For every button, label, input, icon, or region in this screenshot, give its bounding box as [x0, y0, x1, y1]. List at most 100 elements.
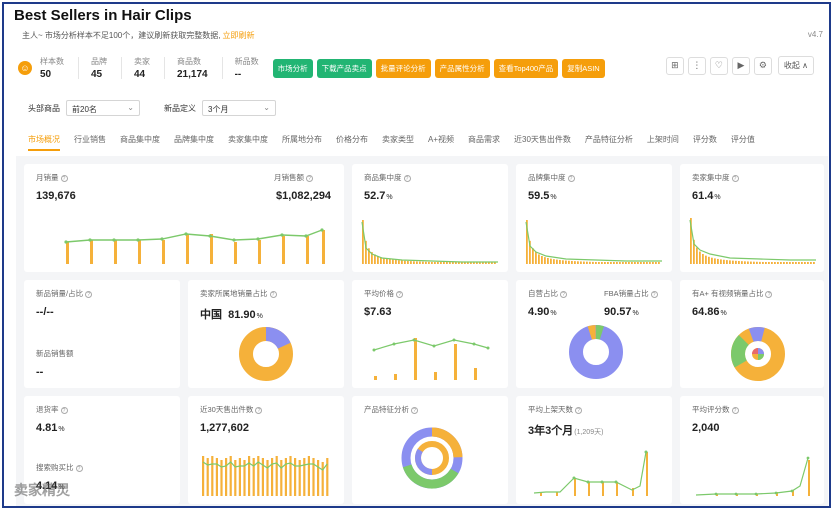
card-aplus: 有A+ 有视频销量占比? 64.86% — [680, 280, 824, 388]
tab-product-conc[interactable]: 商品集中度 — [120, 134, 160, 151]
chart-bar — [595, 261, 597, 264]
card-seller-origin: 卖家所属地销量占比? 中国 81.90% — [188, 280, 344, 388]
stat-sellers: 卖家 44 — [134, 57, 150, 80]
chart-bar — [289, 456, 292, 496]
chart-bar — [717, 258, 719, 264]
tab-listing-time[interactable]: 上架时间 — [647, 134, 679, 151]
chart-bar — [747, 261, 749, 264]
chart-bar — [422, 261, 424, 264]
collapse-button[interactable]: 收起 ∧ — [777, 56, 814, 75]
grid-icon[interactable]: ⊞ — [665, 56, 684, 75]
chart-bar — [407, 260, 409, 264]
refresh-link[interactable]: 立即刷新 — [222, 31, 254, 40]
chart-bar — [762, 261, 764, 264]
copy-asin-button[interactable]: 复制ASIN — [562, 58, 605, 78]
card-new-sales: 新品销量/占比? --/-- 新品销售额 -- — [24, 280, 180, 388]
sample-notice: 主人~ 市场分析样本不足100个，建议刷新获取完整数据, 立即刷新 — [22, 30, 254, 41]
chart-bar — [732, 260, 734, 264]
tab-origin[interactable]: 所属地分布 — [282, 134, 322, 151]
tab-features[interactable]: 产品特征分析 — [585, 134, 633, 151]
tab-industry[interactable]: 行业销售 — [74, 134, 106, 151]
chart-bar — [326, 458, 329, 496]
chart-bar — [708, 256, 710, 264]
chart-bar — [577, 261, 579, 264]
chart-bar — [532, 248, 534, 264]
chart-bar — [813, 262, 815, 264]
tab-demand[interactable]: 商品需求 — [468, 134, 500, 151]
chart-bar — [765, 262, 767, 264]
chart-bar — [386, 258, 388, 264]
dashboard-grid: 月销量? 139,676 月销售额? $1,082,294 商品集中度? 52.… — [16, 156, 828, 506]
version-label: v4.7 — [807, 30, 823, 39]
chart-bar — [631, 262, 633, 264]
toolbar-icons: ⊞ ⋮ ♡ ▶ ⚙ 收起 ∧ — [662, 56, 814, 75]
chart-bar — [711, 257, 713, 264]
avg-days-chart — [533, 450, 648, 496]
chart-bar — [541, 256, 543, 264]
card-avg-ratings: 平均评分数? 2,040 — [680, 396, 824, 504]
chart-bar — [431, 261, 433, 264]
product-conc-chart — [361, 220, 498, 264]
chart-bar — [547, 257, 549, 264]
chart-bar — [786, 262, 788, 264]
stat-brands: 品牌 45 — [91, 57, 107, 80]
chart-bar — [404, 260, 406, 264]
card-avg-days: 平均上架天数? 3年3个月(1,209天) — [516, 396, 672, 504]
chart-bar — [810, 262, 812, 264]
chart-bar — [206, 458, 209, 496]
batch-review-button[interactable]: 批量评论分析 — [375, 58, 431, 78]
chart-bar — [735, 260, 737, 264]
chart-bar — [628, 262, 630, 264]
chart-bar — [649, 262, 651, 264]
tab-aplus[interactable]: A+视频 — [428, 134, 454, 151]
aplus-donut-chart — [731, 327, 785, 381]
tab-seller-conc[interactable]: 卖家集中度 — [228, 134, 268, 151]
more-icon[interactable]: ⋮ — [687, 56, 706, 75]
price-chart — [372, 338, 490, 380]
tab-rating-value[interactable]: 评分值 — [731, 134, 755, 151]
tab-price[interactable]: 价格分布 — [336, 134, 368, 151]
stat-samples: 样本数 50 — [40, 57, 64, 80]
chart-bar — [535, 252, 537, 264]
settings-icon[interactable]: ⚙ — [753, 56, 772, 75]
chart-bar — [702, 254, 704, 264]
chart-bar — [601, 262, 603, 264]
tab-overview[interactable]: 市场概况 — [28, 134, 60, 151]
top400-button[interactable]: 查看Top400产品 — [493, 58, 559, 78]
chart-bar — [574, 261, 576, 264]
chart-bar — [419, 261, 421, 264]
chart-bar — [443, 262, 445, 264]
card-product-conc: 商品集中度? 52.7% — [352, 164, 508, 272]
chart-bar — [437, 262, 439, 264]
new-select[interactable]: 3个月 ⌄ — [202, 100, 276, 116]
attribute-analysis-button[interactable]: 产品属性分析 — [434, 58, 490, 78]
chart-bar — [589, 261, 591, 264]
tab-seller-type[interactable]: 卖家类型 — [382, 134, 414, 151]
market-analysis-button[interactable]: 市场分析 — [272, 58, 313, 78]
notice-text: 主人~ 市场分析样本不足100个，建议刷新获取完整数据, — [22, 31, 221, 40]
chart-bar — [568, 260, 570, 264]
chart-bar — [317, 460, 320, 496]
tab-sold30[interactable]: 近30天售出件数 — [514, 134, 571, 151]
origin-donut-chart — [239, 327, 293, 381]
chart-bar — [410, 261, 412, 264]
chart-bar — [771, 262, 773, 264]
chart-bar — [280, 460, 283, 496]
chart-bar — [646, 262, 648, 264]
chart-bar — [643, 262, 645, 264]
chart-bar — [744, 261, 746, 264]
chart-bar — [538, 254, 540, 264]
chart-bar — [252, 458, 255, 496]
chart-bar — [655, 262, 657, 264]
video-icon[interactable]: ▶ — [731, 56, 750, 75]
card-brand-conc: 品牌集中度? 59.5% — [516, 164, 672, 272]
chart-bar — [389, 259, 391, 264]
heart-icon[interactable]: ♡ — [709, 56, 728, 75]
tab-brand-conc[interactable]: 品牌集中度 — [174, 134, 214, 151]
head-select[interactable]: 前20名 ⌄ — [66, 100, 140, 116]
chart-bar — [789, 262, 791, 264]
tab-ratings[interactable]: 评分数 — [693, 134, 717, 151]
chart-bar — [804, 262, 806, 264]
chart-bar — [741, 261, 743, 264]
download-selling-points-button[interactable]: 下载产品卖点 — [316, 58, 372, 78]
